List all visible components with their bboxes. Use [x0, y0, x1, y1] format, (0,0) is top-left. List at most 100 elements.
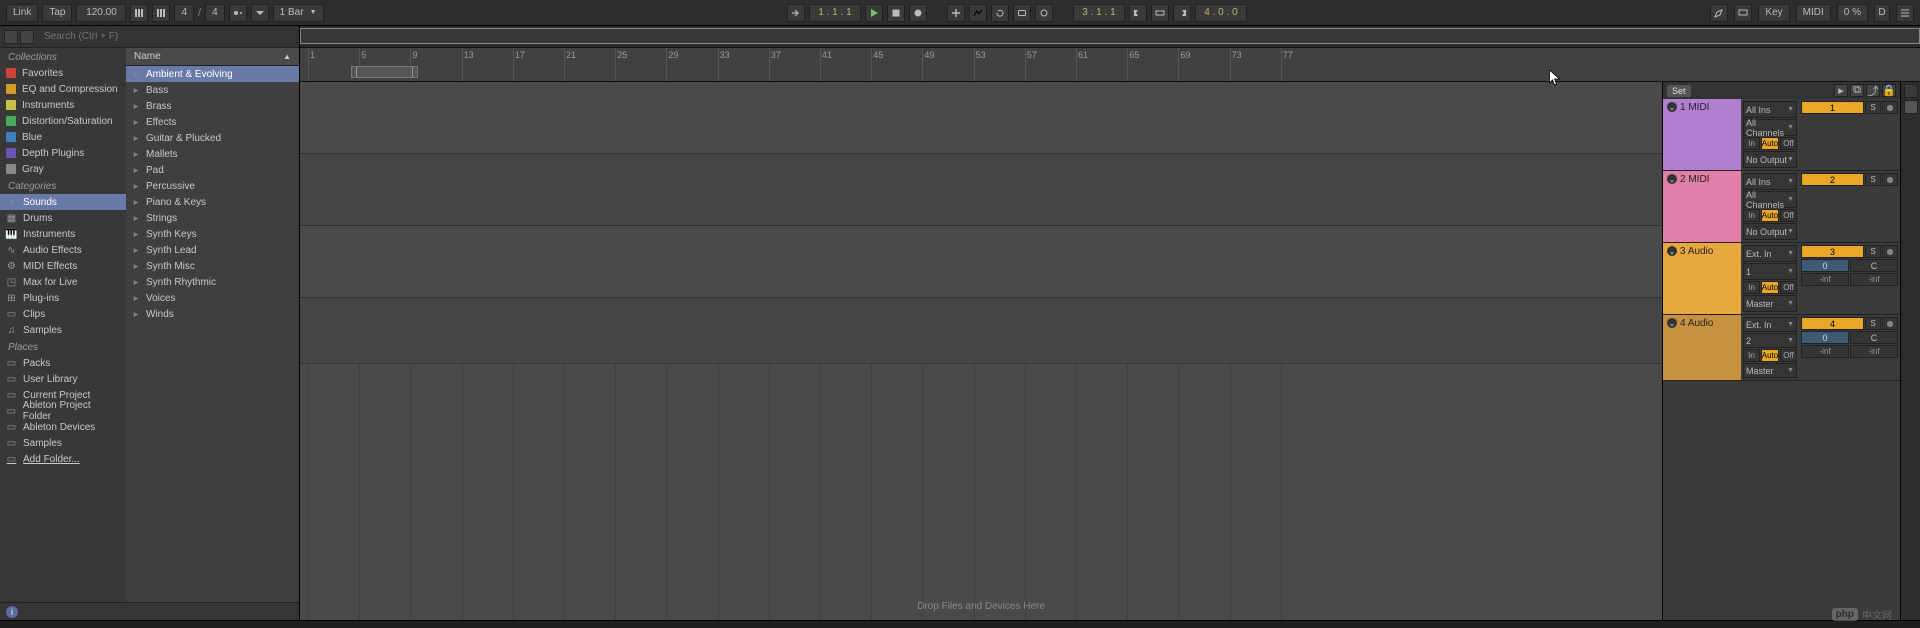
draw-mode-icon[interactable]	[1710, 4, 1728, 22]
output-select[interactable]: Master▼	[1743, 295, 1797, 312]
play-button[interactable]	[865, 4, 883, 22]
category-item[interactable]: ⚙MIDI Effects	[0, 258, 126, 274]
monitor-auto-button[interactable]: Auto	[1761, 281, 1779, 294]
tap-button[interactable]: Tap	[42, 4, 72, 22]
content-folder-item[interactable]: ▸Piano & Keys	[126, 194, 299, 210]
track-activator-button[interactable]: 2	[1801, 173, 1864, 186]
monitor-off-button[interactable]: Off	[1780, 349, 1797, 362]
category-item[interactable]: ▦Drums	[0, 210, 126, 226]
collection-item[interactable]: Depth Plugins	[0, 145, 126, 161]
reenable-automation-icon[interactable]	[991, 4, 1009, 22]
input-type-select[interactable]: Ext. In▼	[1743, 245, 1797, 262]
browser-history-back-icon[interactable]	[20, 30, 34, 44]
category-item[interactable]: ▭Clips	[0, 306, 126, 322]
capture-icon[interactable]	[1013, 4, 1031, 22]
menu-icon[interactable]	[1896, 4, 1914, 22]
punch-in-icon[interactable]	[1129, 4, 1147, 22]
arm-button[interactable]	[1882, 317, 1898, 330]
content-folder-item[interactable]: ▸Winds	[126, 306, 299, 322]
track-title[interactable]: ⌄3 Audio	[1663, 243, 1741, 314]
content-folder-item[interactable]: ▸Synth Rhythmic	[126, 274, 299, 290]
arrangement-position[interactable]: 1 . 1 . 1	[809, 4, 861, 22]
loop-start-handle[interactable]	[352, 67, 357, 77]
nudge-down-icon[interactable]	[130, 4, 148, 22]
input-channel-select[interactable]: All Channels▼	[1743, 119, 1797, 136]
arrangement-overview[interactable]	[300, 26, 1920, 48]
session-view-selector-icon[interactable]	[1904, 84, 1918, 98]
track-fold-icon[interactable]: ⌄	[1667, 102, 1677, 112]
collection-item[interactable]: EQ and Compression	[0, 81, 126, 97]
output-select[interactable]: Master▼	[1743, 363, 1797, 378]
loop-switch-icon[interactable]	[1151, 4, 1169, 22]
collection-item[interactable]: Instruments	[0, 97, 126, 113]
midi-map-button[interactable]: MIDI	[1796, 4, 1831, 22]
link-button[interactable]: Link	[6, 4, 38, 22]
key-map-button[interactable]: Key	[1758, 4, 1789, 22]
content-folder-item[interactable]: ▸Strings	[126, 210, 299, 226]
category-item[interactable]: ⊞Plug-ins	[0, 290, 126, 306]
monitor-auto-button[interactable]: Auto	[1761, 349, 1779, 362]
arm-button[interactable]	[1882, 245, 1898, 258]
search-input[interactable]	[38, 31, 299, 42]
content-folder-item[interactable]: ▸Synth Keys	[126, 226, 299, 242]
track-lane[interactable]	[300, 226, 1662, 298]
punch-out-icon[interactable]	[1173, 4, 1191, 22]
tempo-field[interactable]: 120.00	[76, 4, 126, 22]
place-item[interactable]: ▭Packs	[0, 355, 126, 371]
computer-midi-icon[interactable]	[1734, 4, 1752, 22]
track-volume[interactable]: -inf	[1801, 345, 1849, 358]
content-folder-item[interactable]: ▸Mallets	[126, 146, 299, 162]
track-pan-mode[interactable]: C	[1850, 259, 1898, 272]
category-item[interactable]: ♫Samples	[0, 322, 126, 338]
scene-launch-icon[interactable]: ▸	[1834, 84, 1848, 97]
loop-brace[interactable]	[351, 66, 418, 78]
solo-button[interactable]: S	[1865, 317, 1881, 330]
overdub-icon[interactable]	[947, 4, 965, 22]
track-volume[interactable]: -inf	[1801, 273, 1849, 286]
track-lane[interactable]	[300, 298, 1662, 364]
input-type-select[interactable]: All Ins▼	[1743, 101, 1797, 118]
loop-start[interactable]: 3 . 1 . 1	[1073, 4, 1125, 22]
monitor-auto-button[interactable]: Auto	[1761, 137, 1779, 150]
beat-ruler[interactable]: 1591317212529333741454953576165697377	[300, 48, 1920, 82]
nudge-up-icon[interactable]	[152, 4, 170, 22]
input-channel-select[interactable]: 1▼	[1743, 263, 1797, 280]
collection-item[interactable]: Blue	[0, 129, 126, 145]
solo-button[interactable]: S	[1865, 245, 1881, 258]
return-section-icon[interactable]: ⤴	[1866, 84, 1880, 97]
monitor-in-button[interactable]: In	[1743, 209, 1760, 222]
session-record-icon[interactable]	[1035, 4, 1053, 22]
arrangement-view-selector-icon[interactable]	[1904, 100, 1918, 114]
follow-icon[interactable]	[787, 4, 805, 22]
output-select[interactable]: No Output▼	[1743, 223, 1797, 240]
add-folder-item[interactable]: ▭Add Folder...	[0, 451, 126, 467]
solo-button[interactable]: S	[1865, 101, 1881, 114]
track-fold-icon[interactable]: ⌄	[1667, 318, 1677, 328]
category-item[interactable]: ♪Sounds	[0, 194, 126, 210]
arm-button[interactable]	[1882, 101, 1898, 114]
place-item[interactable]: ▭Samples	[0, 435, 126, 451]
collection-item[interactable]: Favorites	[0, 65, 126, 81]
input-channel-select[interactable]: 2▼	[1743, 333, 1797, 348]
track-title[interactable]: ⌄1 MIDI	[1663, 99, 1741, 170]
quantize-menu[interactable]: 1 Bar▼	[273, 4, 324, 22]
arm-button[interactable]	[1882, 173, 1898, 186]
time-sig-num[interactable]: 4	[174, 4, 194, 22]
detail-view-handle[interactable]	[0, 620, 1920, 628]
mixer-section-icon[interactable]: 🔒	[1882, 84, 1896, 97]
record-button[interactable]	[909, 4, 927, 22]
input-type-select[interactable]: Ext. In▼	[1743, 317, 1797, 332]
content-folder-item[interactable]: ▸Brass	[126, 98, 299, 114]
stop-button[interactable]	[887, 4, 905, 22]
track-pan[interactable]: 0	[1801, 259, 1849, 272]
content-folder-item[interactable]: ▸Synth Lead	[126, 242, 299, 258]
track-lane[interactable]	[300, 82, 1662, 154]
track-title[interactable]: ⌄4 Audio	[1663, 315, 1741, 380]
monitor-in-button[interactable]: In	[1743, 137, 1760, 150]
content-folder-item[interactable]: ▸Pad	[126, 162, 299, 178]
time-sig-den[interactable]: 4	[205, 4, 225, 22]
monitor-auto-button[interactable]: Auto	[1761, 209, 1779, 222]
track-fold-icon[interactable]: ⌄	[1667, 246, 1677, 256]
track-activator-button[interactable]: 4	[1801, 317, 1864, 330]
browser-collapse-icon[interactable]	[4, 30, 18, 44]
